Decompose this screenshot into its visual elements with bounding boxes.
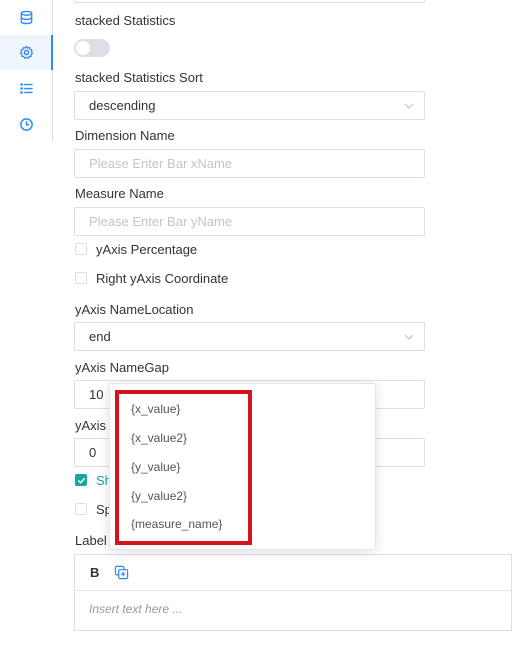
yaxis-partial-label: yAxis — [75, 418, 107, 433]
bold-button[interactable]: B — [90, 565, 99, 580]
stacked-statistics-sort-label: stacked Statistics Sort — [75, 70, 203, 85]
dimension-name-input[interactable]: Please Enter Bar xName — [74, 149, 425, 178]
gear-icon — [19, 45, 33, 59]
toggle-knob — [76, 41, 90, 55]
select-value: end — [89, 329, 111, 344]
sidebar-item-history[interactable] — [0, 107, 52, 142]
yaxis-percentage-checkbox[interactable] — [75, 243, 87, 255]
split-checkbox[interactable] — [75, 503, 87, 515]
label-partial-label: Label — [75, 533, 107, 548]
chevron-down-icon — [404, 103, 414, 109]
chevron-down-icon — [404, 334, 414, 340]
clock-icon — [19, 118, 33, 131]
insert-variable-icon[interactable] — [114, 565, 129, 580]
clipped-input-top — [74, 0, 425, 3]
stacked-statistics-toggle[interactable] — [74, 39, 110, 57]
highlight-box — [115, 390, 252, 545]
measure-name-input[interactable]: Please Enter Bar yName — [74, 207, 425, 236]
dimension-name-label: Dimension Name — [75, 128, 175, 143]
right-yaxis-checkbox[interactable] — [75, 272, 87, 284]
yaxis-namegap-label: yAxis NameGap — [75, 360, 169, 375]
yaxis-percentage-label: yAxis Percentage — [96, 242, 198, 257]
editor-placeholder: Insert text here ... — [89, 602, 183, 616]
editor-toolbar: B — [75, 555, 511, 591]
right-yaxis-label: Right yAxis Coordinate — [96, 271, 229, 286]
yaxis-namelocation-label: yAxis NameLocation — [75, 302, 194, 317]
database-icon — [20, 10, 32, 25]
stacked-statistics-label: stacked Statistics — [75, 13, 176, 28]
select-value: descending — [89, 98, 156, 113]
measure-name-label: Measure Name — [75, 186, 164, 201]
list-icon — [19, 83, 33, 94]
label-editor[interactable]: B Insert text here ... — [74, 554, 512, 631]
stacked-statistics-sort-select[interactable]: descending — [74, 91, 425, 120]
sidebar-item-list[interactable] — [0, 71, 52, 106]
sidebar-item-settings[interactable] — [0, 35, 53, 70]
sidebar-item-database[interactable] — [0, 0, 52, 35]
yaxis-namelocation-select[interactable]: end — [74, 322, 425, 351]
sidebar-divider — [52, 0, 53, 142]
check-icon — [77, 477, 86, 484]
show-checkbox[interactable] — [75, 474, 87, 486]
sidebar — [0, 0, 53, 657]
